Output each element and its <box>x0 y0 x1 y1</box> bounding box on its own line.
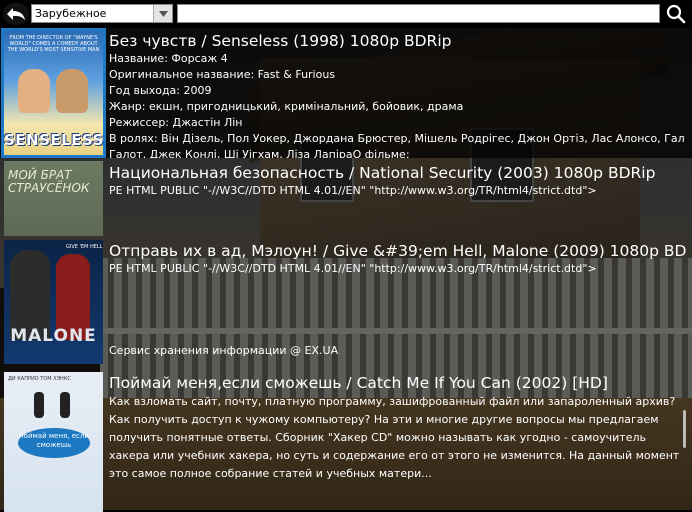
poster-title: SENSELESS <box>4 131 103 149</box>
item-line: В ролях: Він Дізель, Пол Уокер, Джордана… <box>109 132 685 145</box>
poster-thumbnail: МОЙ БРАТ СТРАУСЁНОК <box>4 161 103 236</box>
poster-thumbnail: ДИ КАПРИО ТОМ ХЭНКС поймай меня, если см… <box>4 372 103 512</box>
poster-title: МОЙ БРАТ СТРАУСЁНОК <box>8 168 90 195</box>
poster-thumbnail: FROM THE DIRECTOR OF "WAYNE'S WORLD" COM… <box>1 28 106 158</box>
search-input[interactable] <box>177 4 660 23</box>
poster-tagline: FROM THE DIRECTOR OF "WAYNE'S WORLD" COM… <box>7 35 100 53</box>
list-item[interactable]: ДИ КАПРИО ТОМ ХЭНКС поймай меня, если см… <box>0 370 692 512</box>
category-select-value: Зарубежное <box>35 7 107 20</box>
item-line: Режиссер: Джастін Лін <box>109 116 243 129</box>
item-title: Отправь их в ад, Мэлоун! / Give &#39;em … <box>109 242 686 260</box>
dropdown-toggle[interactable] <box>153 5 172 22</box>
item-line: Галот, Джек Конлі, Ші Уігхам, Ліза Лапір… <box>109 148 410 158</box>
poster-tagline: GIVE 'EM HELL <box>66 244 103 250</box>
poster-title: поймай меня, если сможешь <box>19 432 89 449</box>
scrollbar-thumb[interactable] <box>683 410 686 448</box>
poster-tagline: ДИ КАПРИО ТОМ ХЭНКС <box>8 376 71 382</box>
list-item[interactable]: FROM THE DIRECTOR OF "WAYNE'S WORLD" COM… <box>0 28 692 158</box>
chevron-down-icon <box>158 10 168 17</box>
item-footer: Сервис хранения информации @ EX.UA <box>109 344 339 357</box>
search-button[interactable] <box>663 2 689 25</box>
list-item[interactable]: GIVE 'EM HELL MALONE Отправь их в ад, Мэ… <box>0 238 692 370</box>
poster-thumbnail: GIVE 'EM HELL MALONE <box>4 240 103 364</box>
toolbar: Зарубежное <box>0 0 692 28</box>
back-arrow-icon <box>7 8 25 20</box>
item-title: Национальная безопасность / National Sec… <box>109 164 656 182</box>
item-line: Оригинальное название: Fast & Furious <box>109 68 336 81</box>
item-line: PE HTML PUBLIC "-//W3C//DTD HTML 4.01//E… <box>109 184 597 197</box>
list-item[interactable]: МОЙ БРАТ СТРАУСЁНОК Национальная безопас… <box>0 160 692 238</box>
poster-title: MALONE <box>10 326 97 346</box>
item-line: PE HTML PUBLIC "-//W3C//DTD HTML 4.01//E… <box>109 262 597 275</box>
back-button[interactable] <box>3 3 29 25</box>
results-list: FROM THE DIRECTOR OF "WAYNE'S WORLD" COM… <box>0 28 692 512</box>
item-line: Жанр: екшн, пригодницький, кримінальний,… <box>109 100 464 113</box>
search-icon <box>666 4 686 23</box>
item-description: Как взломать сайт, почту, платную програ… <box>109 395 680 480</box>
item-line: Год выхода: 2009 <box>109 84 212 97</box>
item-title: Без чувств / Senseless (1998) 1080p BDRi… <box>109 32 452 50</box>
item-line: Название: Форсаж 4 <box>109 52 228 65</box>
item-title: Поймай меня,если сможешь / Catch Me If Y… <box>109 374 608 392</box>
category-select[interactable]: Зарубежное <box>31 4 173 23</box>
